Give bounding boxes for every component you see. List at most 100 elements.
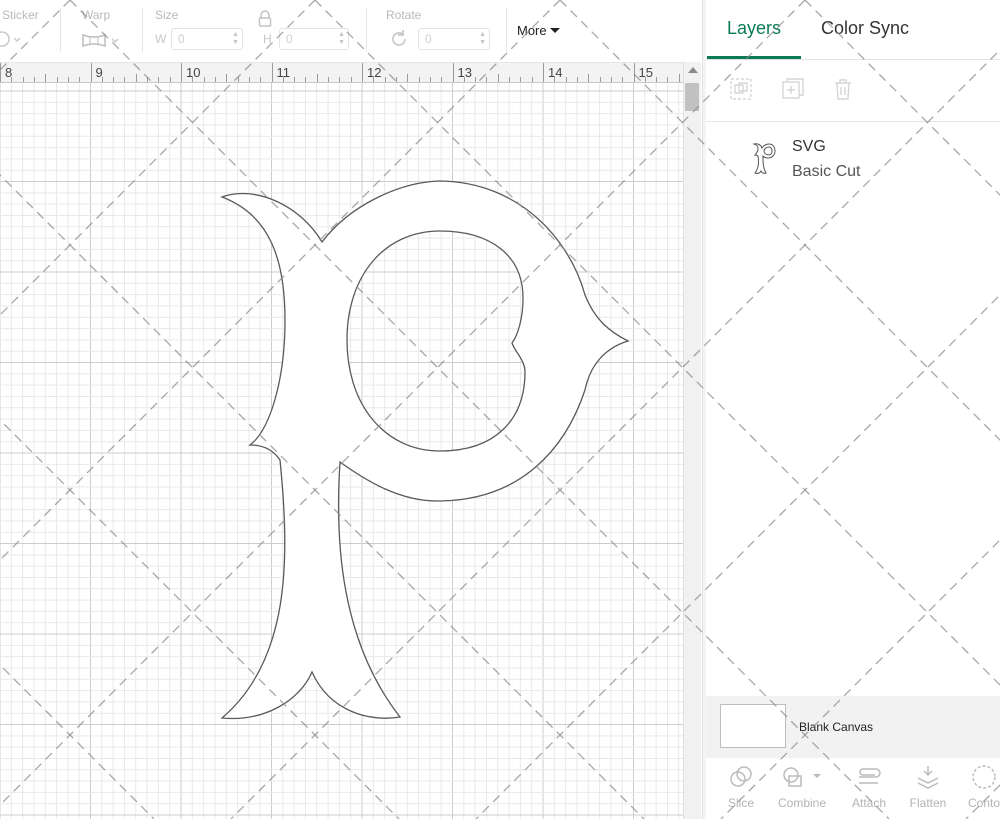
ruler-tick [407,74,409,82]
toolbar-divider [60,8,61,52]
ruler-tick [305,77,307,82]
caret-down-icon [549,28,560,33]
ruler-tick [554,77,556,82]
rotate-label: Rotate [386,8,422,22]
ruler-tick [56,77,58,82]
ruler-tick [203,77,205,82]
ruler-tick [395,77,397,82]
slice-icon [730,766,752,787]
ruler-tick [463,77,465,82]
sticker-dropdown[interactable] [0,30,24,53]
ruler-tick [531,77,533,82]
ruler-tick [101,77,103,82]
ruler-tick [667,77,669,82]
design-canvas[interactable] [0,83,683,819]
ruler-tick [192,77,194,82]
edit-toolbar: Sticker Warp Size W 0 ▲ ▼ H 0 ▲ ▼ Rotate… [0,0,703,62]
width-field[interactable]: 0 ▲ ▼ [171,28,243,50]
warp-dropdown[interactable] [82,32,122,53]
group-icon[interactable] [728,76,754,102]
flatten-icon [917,766,939,789]
letter-p-shape[interactable] [0,83,683,819]
ruler-tick [475,77,477,82]
ruler-tick [158,77,160,82]
ruler-tick [373,77,375,82]
ruler-tick [644,77,646,82]
ruler-tick [181,63,182,82]
ruler-tick [11,77,13,82]
ruler-tick [452,63,454,82]
ruler-tick [90,63,92,82]
sticker-icon [0,31,21,47]
flatten-label: Flatten [909,796,947,810]
letter-p-thumbnail-icon [752,143,776,174]
blank-canvas-label: Blank Canvas [799,720,874,734]
blank-canvas-swatch[interactable] [720,704,786,748]
ruler-tick [441,77,443,82]
contour-label: Conto [968,796,1000,810]
ruler-tick [328,77,330,82]
ruler-tick [214,77,216,82]
ruler-tick [67,77,69,82]
attach-button[interactable]: Attach [839,764,899,816]
rotate-value: 0 [425,32,432,46]
vertical-scrollbar[interactable] [683,62,701,819]
flatten-button[interactable]: Flatten [898,764,958,816]
size-group: Size W 0 ▲ ▼ H 0 ▲ ▼ [144,0,354,62]
slice-button[interactable]: Slice [711,764,771,816]
ruler-tick [22,77,24,82]
ruler-tick [520,77,522,82]
ruler-tick [147,77,149,82]
ruler-tick [418,77,420,82]
combine-icon [783,767,821,787]
ruler-tick [316,74,318,82]
rotate-icon [388,28,410,55]
ruler-tick [135,74,137,82]
app-window: Sticker Warp Size W 0 ▲ ▼ H 0 ▲ ▼ Rotate… [0,0,1000,819]
layer-item[interactable]: SVG Basic Cut [706,130,1000,190]
tab-layers[interactable]: Layers [727,18,781,39]
horizontal-ruler: 8 9 10 11 12 13 14 15 [0,62,683,83]
ruler-tick [282,77,284,82]
contour-button[interactable]: Conto [958,764,1000,816]
ruler-tick [565,77,567,82]
ruler-tick [633,63,635,82]
rotate-field[interactable]: 0 ▲ ▼ [418,28,490,50]
ruler-tick [294,77,296,82]
ruler-tick [678,74,680,82]
ruler-tick [33,77,35,82]
rotate-stepper[interactable]: ▲ ▼ [479,31,486,47]
ruler-tick [350,77,352,82]
more-label: More [517,23,547,38]
toolbar-divider [366,8,367,52]
width-prefix: W [155,32,167,46]
tab-color-sync[interactable]: Color Sync [821,18,909,39]
attach-label: Attach [851,796,887,810]
height-field[interactable]: 0 ▲ ▼ [279,28,349,50]
ruler-tick [543,63,544,82]
delete-icon[interactable] [830,76,856,102]
attach-icon [859,768,881,784]
more-button[interactable]: More [517,23,560,38]
ruler-tick [79,77,81,82]
sticker-label: Sticker [2,8,39,22]
width-value: 0 [178,32,185,46]
scrollbar-thumb[interactable] [685,83,699,111]
width-stepper[interactable]: ▲ ▼ [232,31,239,47]
duplicate-icon[interactable] [780,76,806,102]
scroll-up-arrow-icon[interactable] [688,67,698,73]
ruler-tick [169,77,171,82]
ruler-tick [576,77,578,82]
lock-icon[interactable] [258,10,272,33]
ruler-tick [486,77,488,82]
warp-group: Warp [62,0,140,62]
ruler-tick [384,77,386,82]
ruler-tick [45,74,47,82]
ruler-tick [260,77,262,82]
ruler-tick [429,77,431,82]
size-label: Size [155,8,179,22]
combine-button[interactable]: Combine [772,764,832,816]
ruler-tick [0,63,1,82]
layer-name: SVG [792,138,826,155]
height-stepper[interactable]: ▲ ▼ [338,31,345,47]
